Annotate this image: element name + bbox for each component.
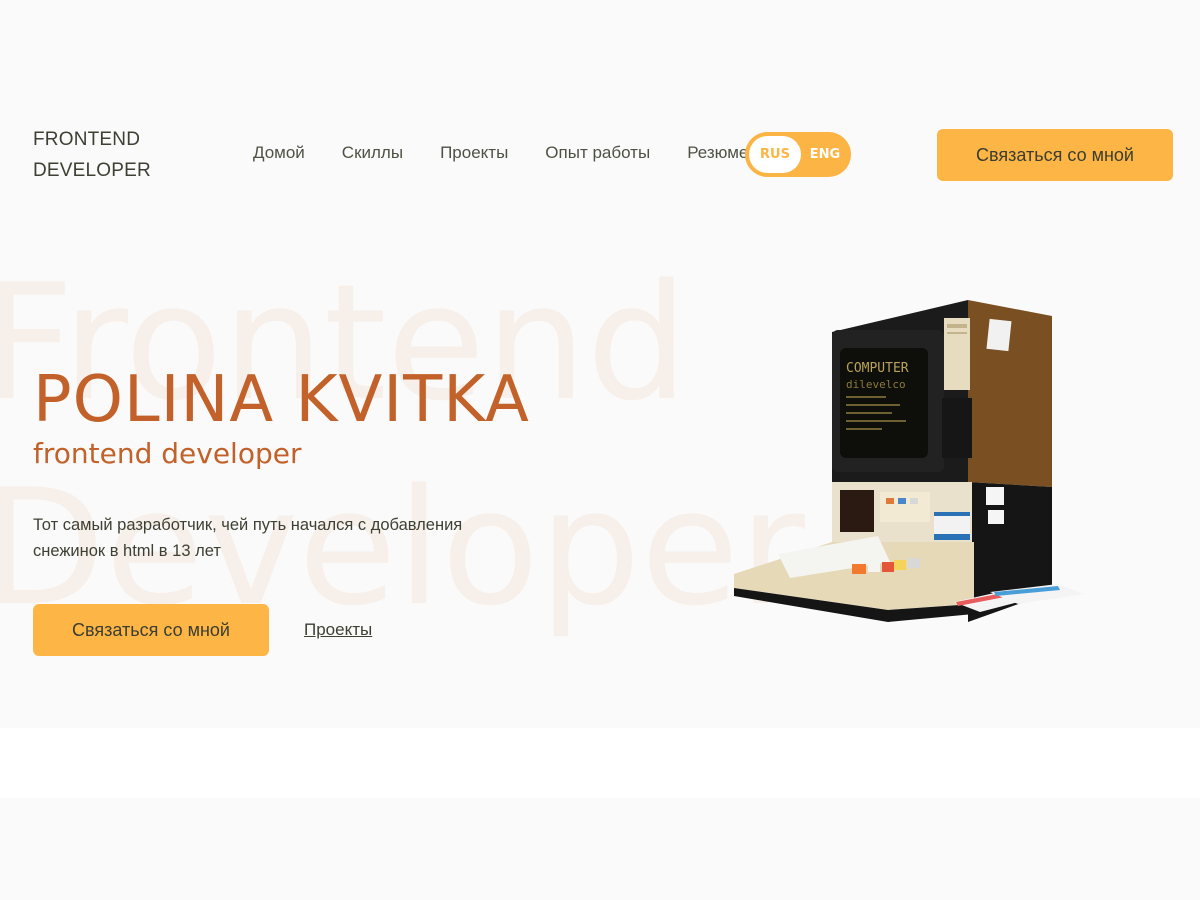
hero-role: frontend developer	[33, 437, 302, 470]
lang-option-eng[interactable]: ENG	[801, 136, 849, 173]
brand-line-2: DEVELOPER	[33, 160, 151, 181]
screen-line-1: COMPUTER	[846, 361, 909, 376]
hero-projects-link[interactable]: Проекты	[304, 620, 372, 640]
hero-contact-button[interactable]: Связаться со мной	[33, 604, 269, 656]
language-toggle[interactable]: RUS ENG	[745, 132, 851, 177]
nav-item-resume[interactable]: Резюме	[687, 143, 748, 163]
nav-item-experience[interactable]: Опыт работы	[545, 143, 650, 163]
hero-description: Тот самый разработчик, чей путь начался …	[33, 516, 463, 560]
hero-name: POLINA KVITKA	[33, 363, 530, 437]
lang-option-rus[interactable]: RUS	[749, 136, 801, 173]
header-contact-button[interactable]: Связаться со мной	[937, 129, 1173, 181]
main-nav: Домой Скиллы Проекты Опыт работы Резюме	[253, 143, 748, 163]
nav-item-home[interactable]: Домой	[253, 143, 305, 163]
brand-line-1: FRONTEND	[33, 129, 141, 150]
retro-computer-illustration: COMPUTER dilevelco	[734, 300, 1084, 622]
brand-logo[interactable]: FRONTEND DEVELOPER	[33, 124, 151, 186]
section-divider	[0, 728, 1200, 798]
nav-item-projects[interactable]: Проекты	[440, 143, 508, 163]
screen-line-2: dilevelco	[846, 378, 906, 391]
hero-section: Frontend Developer FRONTEND DEVELOPER До…	[0, 0, 1200, 728]
next-section	[0, 798, 1200, 900]
nav-item-skills[interactable]: Скиллы	[342, 143, 403, 163]
